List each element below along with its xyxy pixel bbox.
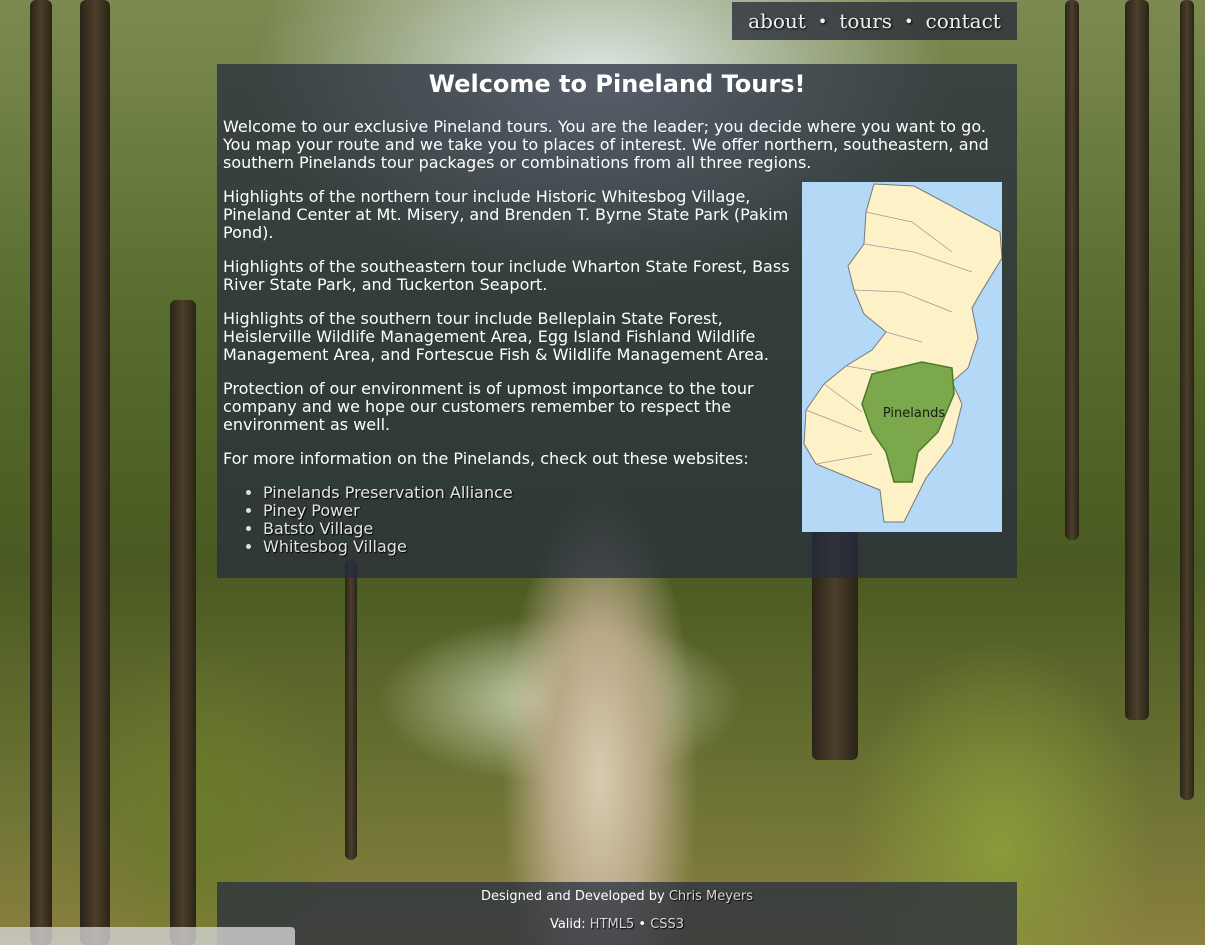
list-item: Piney Power	[263, 502, 798, 520]
environment-paragraph: Protection of our environment is of upmo…	[223, 379, 754, 434]
link-whitesbog-village[interactable]: Whitesbog Village	[263, 537, 407, 556]
northern-tour-paragraph: Highlights of the northern tour include …	[223, 187, 789, 242]
list-item: Pinelands Preservation Alliance	[263, 484, 798, 502]
credits-prefix: Designed and Developed by	[480, 889, 665, 904]
footer-separator: •	[638, 917, 647, 932]
link-piney-power[interactable]: Piney Power	[263, 501, 360, 520]
intro-paragraph: Welcome to our exclusive Pineland tours.…	[223, 117, 989, 172]
new-jersey-map-icon: Pinelands	[803, 183, 1003, 523]
nav-contact-link[interactable]: contact	[926, 9, 1001, 33]
site-footer: Designed and Developed by Chris Meyers V…	[217, 882, 1017, 945]
pinelands-map-image: Pinelands	[802, 182, 1003, 532]
southern-tour-paragraph: Highlights of the southern tour include …	[223, 309, 769, 364]
nav-about-link[interactable]: about	[748, 9, 806, 33]
page-title: Welcome to Pineland Tours!	[428, 70, 806, 98]
website-links-list: Pinelands Preservation Alliance Piney Po…	[223, 484, 798, 556]
map-label: Pinelands	[883, 406, 945, 421]
author-link[interactable]: Chris Meyers	[669, 889, 753, 904]
valid-prefix: Valid:	[549, 917, 586, 932]
html5-link[interactable]: HTML5	[590, 917, 634, 932]
more-info-paragraph: For more information on the Pinelands, c…	[223, 449, 749, 468]
link-batsto-village[interactable]: Batsto Village	[263, 519, 373, 538]
list-item: Whitesbog Village	[263, 538, 798, 556]
nav-separator: •	[904, 11, 914, 31]
footer-validation: Valid: HTML5 • CSS3	[217, 917, 1017, 932]
nav-tours-link[interactable]: tours	[839, 9, 892, 33]
southeastern-tour-paragraph: Highlights of the southeastern tour incl…	[223, 257, 790, 294]
list-item: Batsto Village	[263, 520, 798, 538]
link-pinelands-preservation-alliance[interactable]: Pinelands Preservation Alliance	[263, 483, 513, 502]
css3-link[interactable]: CSS3	[650, 917, 684, 932]
tour-details: Highlights of the northern tour include …	[223, 188, 798, 556]
horizontal-scrollbar[interactable]	[0, 927, 295, 945]
main-content-panel: Welcome to Pineland Tours! Welcome to ou…	[217, 64, 1017, 578]
footer-credits: Designed and Developed by Chris Meyers	[217, 889, 1017, 904]
nav-separator: •	[817, 11, 828, 31]
top-nav: about • tours • contact	[732, 2, 1017, 40]
